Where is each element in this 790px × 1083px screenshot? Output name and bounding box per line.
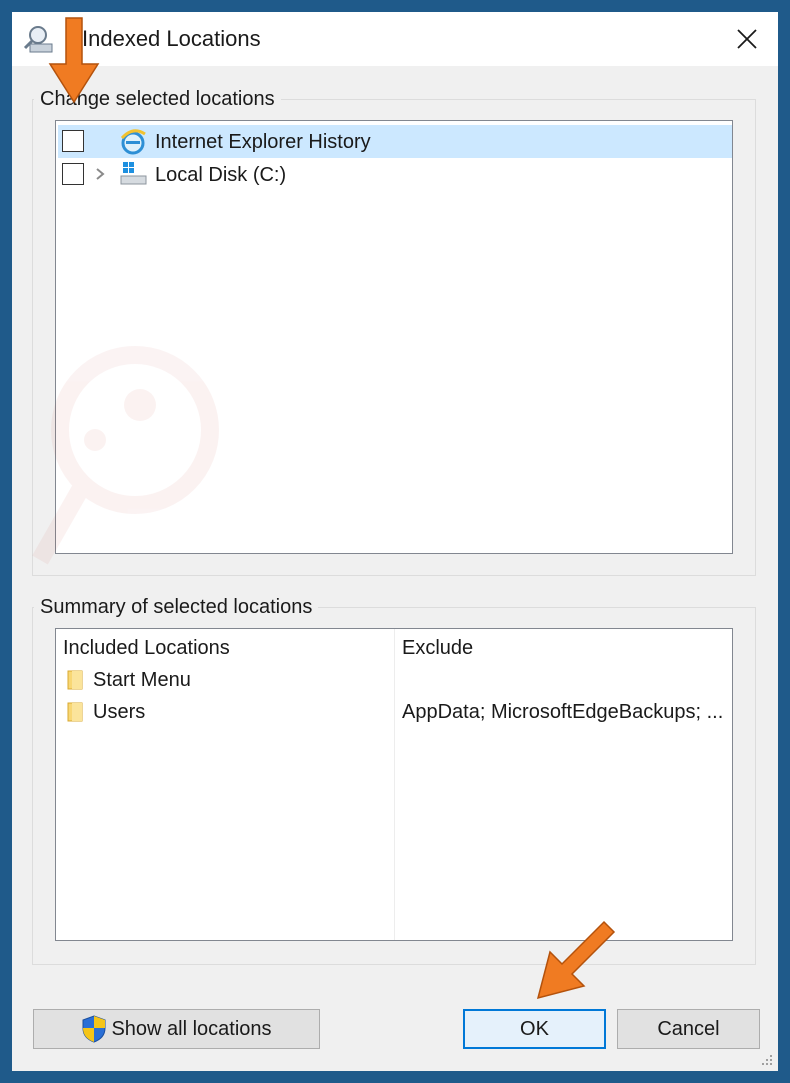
summary-list[interactable]: Included Locations Exclude Start Menu Us…: [55, 628, 733, 941]
tree-item-internet-explorer-history[interactable]: Internet Explorer History: [58, 125, 732, 158]
title-bar[interactable]: Indexed Locations: [12, 12, 778, 66]
show-all-locations-label: Show all locations: [111, 1017, 272, 1040]
show-all-locations-button[interactable]: Show all locations: [33, 1009, 320, 1049]
local-disk-icon: [120, 162, 147, 185]
uac-shield-icon: [82, 1015, 106, 1043]
tree-item-label: Local Disk (C:): [155, 164, 287, 186]
checkbox-internet-explorer-history[interactable]: [62, 130, 84, 152]
exclude-value: AppData; MicrosoftEdgeBackups; ...: [402, 701, 724, 723]
list-item[interactable]: Users AppData; MicrosoftEdgeBackups; ...: [56, 697, 732, 729]
close-icon: [737, 29, 757, 49]
column-header-included[interactable]: Included Locations: [63, 637, 230, 660]
annotation-arrow-icon: [536, 920, 616, 1000]
tree-item-label: Internet Explorer History: [155, 131, 371, 153]
tree-item-local-disk[interactable]: Local Disk (C:): [58, 158, 732, 191]
cancel-label: Cancel: [657, 1017, 720, 1040]
locations-tree[interactable]: Internet Explorer History Local Disk (C:…: [55, 120, 733, 554]
included-location-name: Start Menu: [93, 669, 191, 691]
column-header-exclude[interactable]: Exclude: [402, 637, 473, 660]
indexed-locations-dialog: Indexed Locations Change selected locati…: [12, 12, 778, 1071]
internet-explorer-icon: [120, 129, 146, 155]
resize-grip-icon[interactable]: [760, 1053, 774, 1067]
cancel-button[interactable]: Cancel: [617, 1009, 760, 1049]
checkbox-local-disk[interactable]: [62, 163, 84, 185]
ok-label: OK: [520, 1017, 549, 1040]
ok-button[interactable]: OK: [463, 1009, 606, 1049]
included-location-name: Users: [93, 701, 146, 723]
expand-chevron-icon[interactable]: [94, 167, 106, 181]
folder-icon: [67, 670, 83, 690]
list-item[interactable]: Start Menu: [56, 665, 732, 697]
close-button[interactable]: [716, 12, 778, 66]
folder-icon: [67, 702, 83, 722]
summary-label: Summary of selected locations: [34, 596, 319, 619]
window-title: Indexed Locations: [82, 26, 261, 51]
annotation-arrow-icon: [48, 17, 100, 104]
